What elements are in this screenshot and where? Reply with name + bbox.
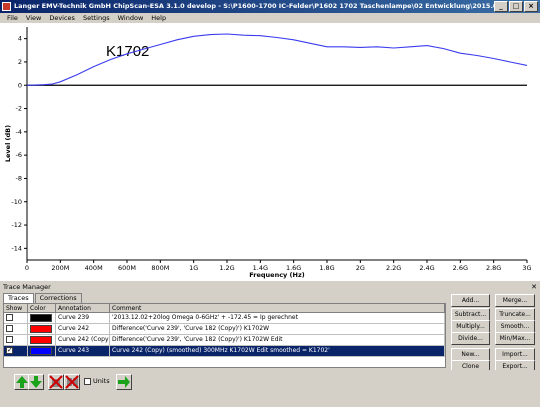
color-swatch[interactable] <box>30 347 52 355</box>
button-add[interactable]: Add... <box>451 294 490 307</box>
close-icon[interactable]: ✕ <box>531 283 537 292</box>
trace-manager-title-bar: Trace Manager ✕ <box>0 283 540 292</box>
x-tick-label: 2G <box>356 264 365 272</box>
menu-help[interactable]: Help <box>147 13 170 23</box>
chart-panel[interactable]: 0 200M 400M 600M 800M 1G 1.2G 1.4G 1.6G 1.8G 2G 2.2… <box>0 23 540 280</box>
tab-traces[interactable]: Traces <box>3 293 34 303</box>
comment-cell: Difference('Curve 239', 'Curve 182 (Copy… <box>110 324 445 334</box>
delete-trace-icon[interactable] <box>48 374 64 390</box>
color-swatch[interactable] <box>30 314 52 322</box>
show-cell <box>4 335 28 345</box>
color-swatch[interactable] <box>30 336 52 344</box>
x-tick-label: 2.8G <box>486 264 501 272</box>
series-line <box>26 33 528 86</box>
y-tick-label: 2 <box>18 58 22 66</box>
y-tick-label: -14 <box>11 244 22 252</box>
traces-table: Show Color Annotation Comment Curve 239 '… <box>3 303 446 368</box>
x-tick-label: 1G <box>189 264 198 272</box>
x-tick-label: 1.8G <box>319 264 334 272</box>
title-bar: Langer EMV-Technik GmbH ChipScan-ESA 3.1… <box>0 0 540 13</box>
apply-arrow-icon[interactable] <box>116 374 132 390</box>
x-tick-label: 600M <box>118 264 136 272</box>
maximize-button[interactable]: □ <box>509 1 523 12</box>
show-checkbox[interactable] <box>6 346 13 355</box>
menu-devices[interactable]: Devices <box>45 13 79 23</box>
app-icon <box>2 2 11 11</box>
column-comment[interactable]: Comment <box>110 304 445 312</box>
move-down-icon[interactable] <box>28 374 44 390</box>
chart-title: K1702 <box>106 43 149 60</box>
x-tick-label: 2.6G <box>453 264 468 272</box>
x-tick-label: 2.2G <box>386 264 401 272</box>
comment-cell: Curve 242 (Copy) (smoothed) 300MHz K1702… <box>110 346 445 356</box>
minimize-button[interactable]: _ <box>494 1 508 12</box>
units-label: Units <box>93 377 110 385</box>
menu-bar: File View Devices Settings Window Help <box>0 13 540 23</box>
comment-cell: Difference('Curve 239', 'Curve 182 (Copy… <box>110 335 445 345</box>
color-cell[interactable] <box>28 324 56 334</box>
x-tick-label: 800M <box>151 264 169 272</box>
column-show[interactable]: Show <box>4 304 28 312</box>
color-cell[interactable] <box>28 313 56 323</box>
annotation-cell: Curve 242 (Copy) <box>58 335 110 345</box>
table-row[interactable]: Curve 242 Difference('Curve 239', 'Curve … <box>4 324 445 335</box>
y-tick-label: -10 <box>11 198 22 206</box>
button-divide[interactable]: Divide... <box>451 332 490 345</box>
window-title: Langer EMV-Technik GmbH ChipScan-ESA 3.1… <box>14 2 504 10</box>
table-row[interactable]: Curve 239'2013.12.02+20log Omega 0-6GHz'… <box>4 313 445 324</box>
y-tick-label: -2 <box>16 105 22 113</box>
show-cell <box>4 324 28 334</box>
y-tick-label: 0 <box>18 81 22 89</box>
delete-all-icon[interactable] <box>64 374 80 390</box>
table-row[interactable]: Curve 243Curve 242 (Copy) (smoothed) 300… <box>4 346 445 357</box>
y-tick-label: -12 <box>11 221 22 229</box>
show-checkbox[interactable] <box>6 314 13 321</box>
show-checkbox[interactable] <box>6 325 13 332</box>
y-tick-label: -6 <box>16 151 22 159</box>
x-tick-label: 200M <box>51 264 69 272</box>
x-tick-label: 0 <box>25 264 29 272</box>
column-color[interactable]: Color <box>28 304 56 312</box>
y-axis-label: Level (dB) <box>4 125 12 162</box>
y-tick-label: -4 <box>16 128 22 136</box>
menu-settings[interactable]: Settings <box>79 13 114 23</box>
x-tick-label: 400M <box>85 264 103 272</box>
menu-view[interactable]: View <box>22 13 45 23</box>
x-tick-label: 3G <box>522 264 531 272</box>
show-cell <box>4 313 28 323</box>
table-header: Show Color Annotation Comment <box>4 304 445 313</box>
close-button[interactable]: × <box>524 1 538 12</box>
annotation-cell: Curve 239 <box>56 313 110 323</box>
button-merge[interactable]: Merge... <box>495 294 535 307</box>
menu-window[interactable]: Window <box>114 13 148 23</box>
app-window: Langer EMV-Technik GmbH ChipScan-ESA 3.1… <box>0 0 540 407</box>
annotation-cell: Curve 243 <box>56 346 110 356</box>
table-row[interactable]: Curve 242 (Copy) Difference('Curve 239', … <box>4 335 445 346</box>
menu-file[interactable]: File <box>3 13 22 23</box>
annotation-cell: Curve 242 <box>56 324 110 334</box>
x-axis-label: Frequency (Hz) <box>249 271 305 279</box>
x-tick-label: 1.2G <box>219 264 234 272</box>
table-body: Curve 239'2013.12.02+20log Omega 0-6GHz'… <box>4 313 445 357</box>
comment-cell: '2013.12.02+20log Omega 0-6GHz' + -172.4… <box>110 313 445 323</box>
units-toggle[interactable]: Units <box>84 377 110 385</box>
units-checkbox[interactable] <box>84 378 91 385</box>
trace-manager-tabs: Traces Corrections <box>3 293 83 303</box>
level-chart[interactable]: 0 200M 400M 600M 800M 1G 1.2G 1.4G 1.6G 1.8G 2G 2.2… <box>0 23 540 280</box>
color-swatch[interactable] <box>30 325 52 333</box>
show-cell <box>4 346 28 356</box>
trace-manager-title: Trace Manager <box>3 283 51 291</box>
y-tick-label: -8 <box>16 174 22 182</box>
y-tick-label: 4 <box>18 35 22 43</box>
color-cell[interactable] <box>28 335 56 345</box>
show-checkbox[interactable] <box>6 336 13 343</box>
button-min-max[interactable]: Min/Max... <box>495 332 535 345</box>
x-tick-label: 2.4G <box>419 264 434 272</box>
color-cell[interactable] <box>28 346 56 356</box>
column-annotation[interactable]: Annotation <box>56 304 110 312</box>
trace-toolbar: Units <box>0 370 540 407</box>
tab-corrections[interactable]: Corrections <box>34 293 82 303</box>
